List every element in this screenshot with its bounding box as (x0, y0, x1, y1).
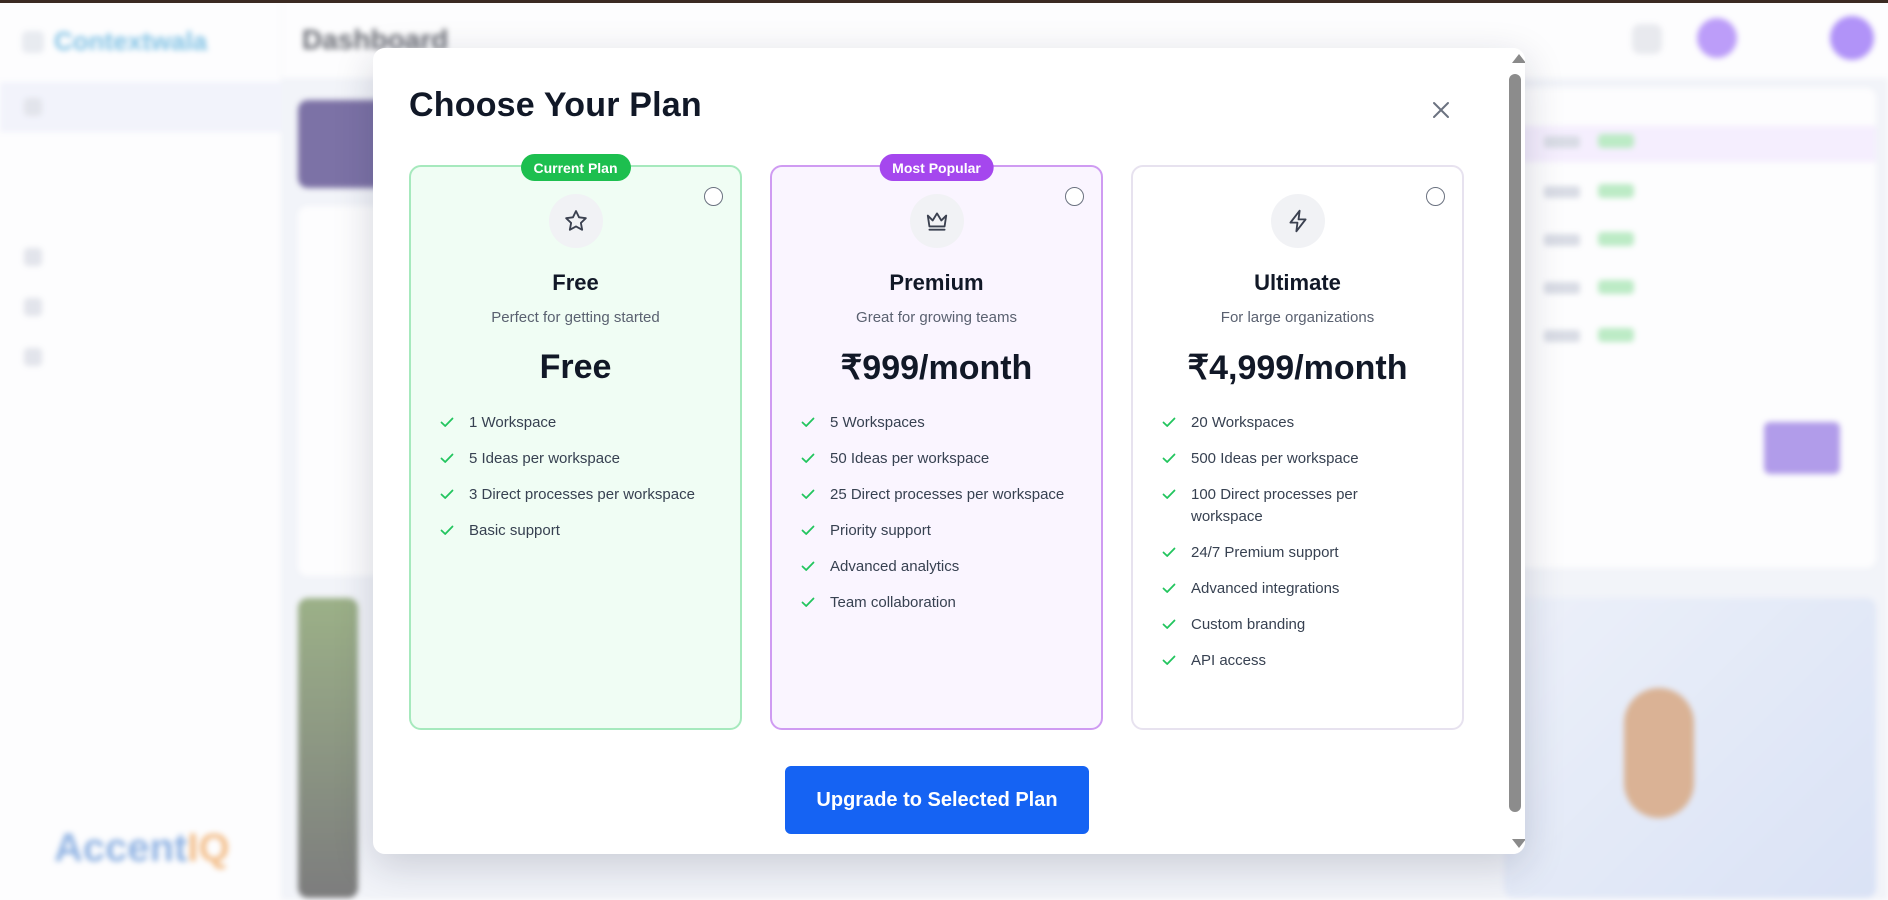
plan-cards: Current Plan Free Perfect for getting st… (409, 154, 1466, 730)
upgrade-button[interactable]: Upgrade to Selected Plan (785, 766, 1089, 834)
check-icon (1162, 547, 1176, 557)
check-icon (801, 561, 815, 571)
plan-card-ultimate[interactable]: Ultimate For large organizations ₹4,999/… (1131, 165, 1464, 730)
feature-label: 25 Direct processes per workspace (830, 486, 1065, 503)
feature-label: 500 Ideas per workspace (1191, 450, 1359, 467)
feature-item: 100 Direct processes per workspace (1161, 484, 1448, 528)
feature-item: Custom branding (1161, 614, 1448, 636)
feature-label: 3 Direct processes per workspace (469, 486, 695, 503)
feature-item: 24/7 Premium support (1161, 542, 1448, 564)
close-icon (1433, 102, 1449, 118)
feature-item: Priority support (800, 520, 1087, 542)
current-plan-badge: Current Plan (520, 154, 631, 181)
plan-selection-modal: Choose Your Plan Current Plan Free Perfe… (373, 48, 1525, 854)
check-icon (440, 525, 454, 535)
star-icon (548, 194, 603, 248)
feature-item: Basic support (439, 520, 726, 542)
check-icon (1162, 489, 1176, 499)
check-icon (801, 453, 815, 463)
check-icon (1162, 453, 1176, 463)
check-icon (440, 417, 454, 427)
modal-title: Choose Your Plan (409, 86, 702, 124)
feature-item: 50 Ideas per workspace (800, 448, 1087, 470)
plan-card-premium[interactable]: Most Popular Premium Great for growing t… (770, 154, 1103, 730)
feature-label: 1 Workspace (469, 414, 557, 431)
feature-item: Advanced analytics (800, 556, 1087, 578)
plan-radio-premium[interactable] (1065, 187, 1084, 206)
feature-item: 5 Workspaces (800, 412, 1087, 434)
feature-label: Custom branding (1191, 616, 1306, 633)
feature-item: 3 Direct processes per workspace (439, 484, 726, 506)
feature-item: 500 Ideas per workspace (1161, 448, 1448, 470)
check-icon (1162, 583, 1176, 593)
feature-item: Advanced integrations (1161, 578, 1448, 600)
check-icon (440, 453, 454, 463)
feature-label: 50 Ideas per workspace (830, 450, 990, 467)
plan-radio-free[interactable] (704, 187, 723, 206)
check-icon (801, 597, 815, 607)
plan-price: ₹4,999/month (1187, 349, 1408, 387)
feature-label: Advanced integrations (1191, 580, 1340, 597)
check-icon (440, 489, 454, 499)
feature-list: 1 Workspace 5 Ideas per workspace 3 Dire… (439, 412, 726, 556)
feature-label: API access (1191, 652, 1267, 669)
plan-card-free[interactable]: Current Plan Free Perfect for getting st… (409, 154, 742, 730)
crown-icon (909, 194, 964, 248)
check-icon (1162, 417, 1176, 427)
close-button[interactable] (1424, 93, 1458, 127)
feature-list: 5 Workspaces 50 Ideas per workspace 25 D… (800, 412, 1087, 628)
plan-description: Perfect for getting started (491, 309, 660, 326)
plan-price: Free (539, 348, 612, 386)
check-icon (801, 417, 815, 427)
feature-label: 100 Direct processes per workspace (1191, 486, 1358, 525)
check-icon (801, 489, 815, 499)
plan-price: ₹999/month (840, 349, 1033, 387)
feature-item: 1 Workspace (439, 412, 726, 434)
feature-label: Priority support (830, 522, 931, 539)
plan-name: Free (552, 270, 599, 295)
check-icon (801, 525, 815, 535)
check-icon (1162, 655, 1176, 665)
window-top-border (0, 0, 1888, 3)
feature-item: 25 Direct processes per workspace (800, 484, 1087, 506)
most-popular-badge: Most Popular (879, 154, 994, 181)
feature-label: Basic support (469, 522, 560, 539)
lightning-icon (1270, 194, 1325, 248)
check-icon (1162, 619, 1176, 629)
feature-label: Advanced analytics (830, 558, 960, 575)
plan-description: Great for growing teams (856, 309, 1017, 326)
feature-item: Team collaboration (800, 592, 1087, 614)
scrollbar-thumb[interactable] (1509, 74, 1521, 812)
feature-label: Team collaboration (830, 594, 956, 611)
feature-label: 5 Ideas per workspace (469, 450, 620, 467)
plan-description: For large organizations (1220, 309, 1375, 326)
feature-list: 20 Workspaces 500 Ideas per workspace 10… (1161, 412, 1448, 686)
feature-label: 24/7 Premium support (1191, 544, 1339, 561)
scroll-down-arrow-icon[interactable] (1512, 839, 1525, 848)
plan-name: Premium (889, 270, 984, 295)
feature-item: API access (1161, 650, 1448, 672)
scroll-up-arrow-icon[interactable] (1512, 54, 1525, 63)
feature-item: 20 Workspaces (1161, 412, 1448, 434)
plan-radio-ultimate[interactable] (1426, 187, 1445, 206)
feature-label: 20 Workspaces (1191, 414, 1295, 431)
feature-label: 5 Workspaces (830, 414, 925, 431)
plan-name: Ultimate (1254, 270, 1341, 295)
feature-item: 5 Ideas per workspace (439, 448, 726, 470)
